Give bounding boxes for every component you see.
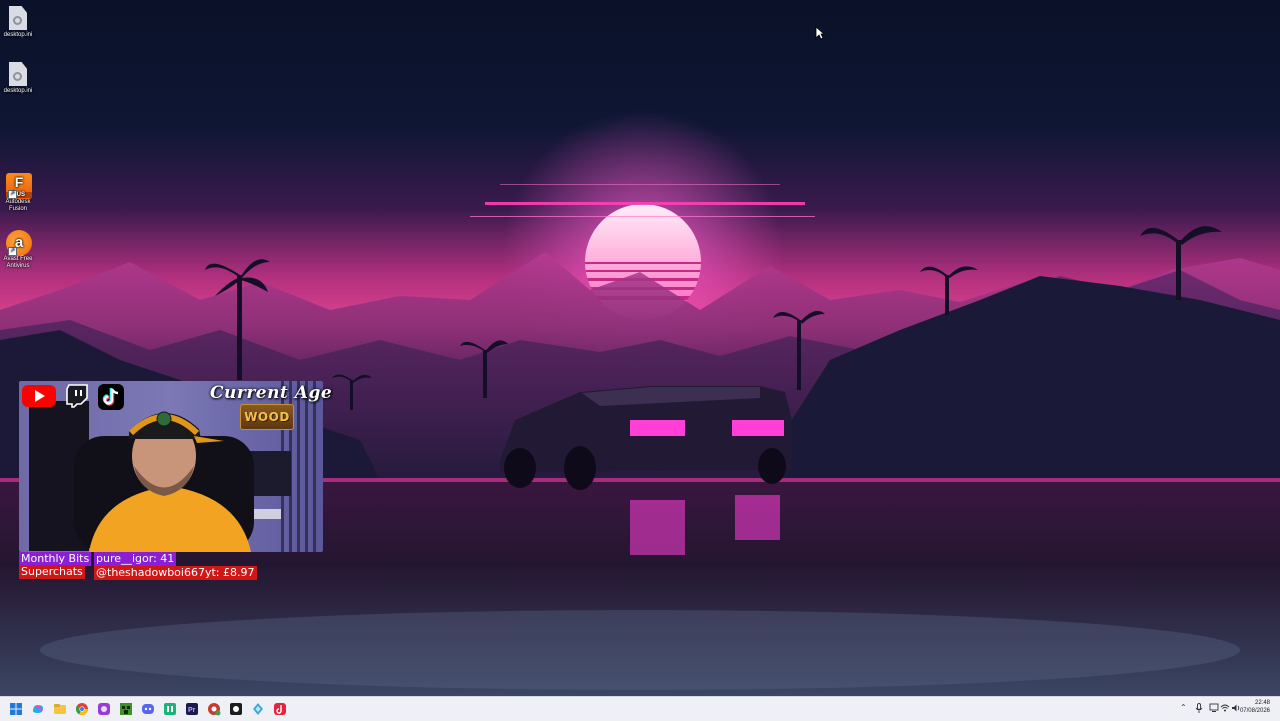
app-dark-icon[interactable] xyxy=(229,702,243,716)
windows-start-icon[interactable] xyxy=(9,702,23,716)
age-badge: WOOD xyxy=(240,404,294,430)
avast-icon: a ↗ xyxy=(6,230,32,256)
monthly-bits-label: Monthly Bits xyxy=(19,552,92,566)
app-green-icon[interactable] xyxy=(163,702,177,716)
wifi-icon[interactable] xyxy=(1209,703,1219,713)
file-explorer-icon[interactable] xyxy=(53,702,67,716)
chevron-up-icon[interactable]: ⌃ xyxy=(1180,703,1187,713)
monthly-bits-value: pure__igor: 41 xyxy=(94,552,177,566)
chrome-profile-icon[interactable] xyxy=(207,702,221,716)
taskbar: Pr xyxy=(0,696,1280,721)
desktop-icon-autodesk-fusion[interactable]: F FUS ↗ Autodesk Fusion xyxy=(0,173,36,213)
desktop-icon-label: desktop.ini xyxy=(3,32,33,38)
discord-icon[interactable] xyxy=(141,702,155,716)
shortcut-arrow-icon: ↗ xyxy=(8,190,17,199)
desktop-icon-label: Autodesk Fusion xyxy=(5,199,31,212)
mouse-cursor-icon xyxy=(815,26,825,40)
tiktok-icon[interactable] xyxy=(98,384,124,410)
clock-time[interactable]: 22:48 xyxy=(1255,700,1270,707)
desktop-icon-label: desktop.ini xyxy=(3,88,33,94)
superchats-value: @theshadowboi667yt: £8.97 xyxy=(94,566,257,580)
app-purple-icon[interactable] xyxy=(97,702,111,716)
settings-file-icon xyxy=(6,6,30,30)
twitch-icon[interactable] xyxy=(66,384,88,408)
svg-text:Pr: Pr xyxy=(188,707,196,714)
desktop-icon-avast[interactable]: a ↗ Avast Free Antivirus xyxy=(0,230,36,270)
desktop-wallpaper xyxy=(0,0,1280,696)
tiktok-icon[interactable] xyxy=(273,702,287,716)
youtube-icon[interactable] xyxy=(22,384,56,408)
current-age-heading: Current Age xyxy=(210,383,333,403)
clock-date[interactable]: 07/08/2026 xyxy=(1240,708,1270,715)
desktop-icon-desktop-ini-2[interactable]: desktop.ini xyxy=(0,62,36,95)
premiere-pro-icon[interactable]: Pr xyxy=(185,702,199,716)
settings-file-icon xyxy=(6,62,30,86)
microphone-icon[interactable] xyxy=(1195,703,1203,713)
app-blue-icon[interactable] xyxy=(251,702,265,716)
minecraft-icon[interactable] xyxy=(119,702,133,716)
superchats-label: Superchats xyxy=(19,565,85,579)
desktop-icon-label: Avast Free Antivirus xyxy=(3,256,33,269)
fusion-glyph-letter: F xyxy=(14,174,24,190)
autodesk-fusion-icon: F FUS ↗ xyxy=(6,173,32,199)
copilot-icon[interactable] xyxy=(31,702,45,716)
shortcut-arrow-icon: ↗ xyxy=(8,247,17,256)
desktop-icon-desktop-ini-1[interactable]: desktop.ini xyxy=(0,6,36,39)
network-icon[interactable] xyxy=(1220,703,1230,713)
chrome-icon[interactable] xyxy=(75,702,89,716)
